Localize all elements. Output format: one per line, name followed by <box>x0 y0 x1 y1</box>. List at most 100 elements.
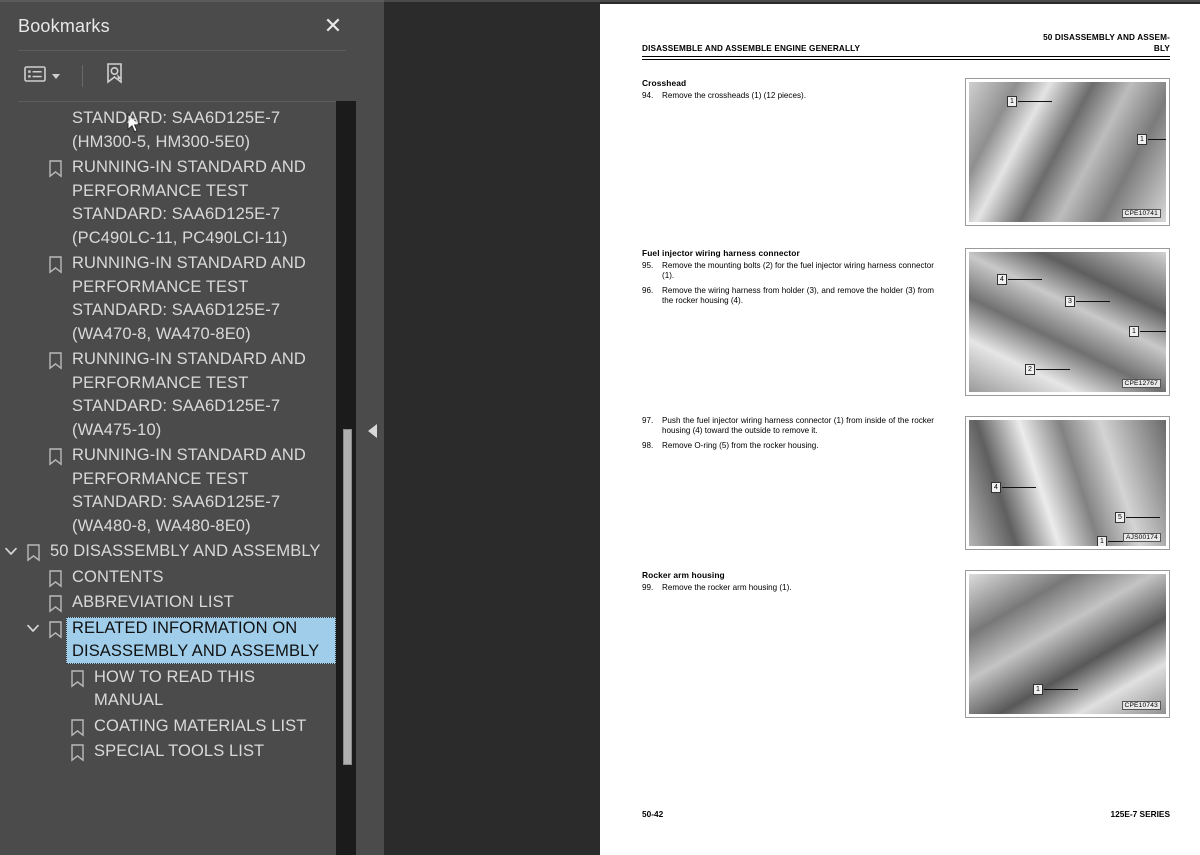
figure-leader-line <box>1008 279 1042 280</box>
bookmark-item[interactable]: 50 DISASSEMBLY AND ASSEMBLY <box>0 539 336 565</box>
page-content: Crosshead 94. Remove the crossheads (1) (1… <box>642 78 1170 718</box>
toolbar-separator <box>82 65 83 87</box>
page-header-left: DISASSEMBLE AND ASSEMBLE ENGINE GENERALL… <box>642 44 861 53</box>
figure-callout: 3 <box>1065 296 1075 307</box>
document-viewer[interactable]: DISASSEMBLE AND ASSEMBLE ENGINE GENERALL… <box>384 0 1200 855</box>
chevron-down-icon[interactable] <box>0 540 22 556</box>
figure: 1 1 CPE10741 <box>965 78 1170 226</box>
section-heading: Crosshead <box>642 78 687 88</box>
bookmark-find-icon <box>105 62 127 91</box>
page-header-right: 50 DISASSEMBLY AND ASSEM- BLY <box>1043 32 1170 54</box>
bookmark-item[interactable]: RUNNING-IN STANDARD AND PERFORMANCE TEST… <box>0 251 336 347</box>
figure-leader-line <box>1002 487 1036 488</box>
figure-photo: 4 5 1 AJS00174 <box>969 420 1166 546</box>
bookmarks-panel-header: Bookmarks ✕ <box>0 2 360 50</box>
bookmark-item[interactable]: ABBREVIATION LIST <box>0 590 336 616</box>
section-heading: Rocker arm housing <box>642 570 725 580</box>
bookmark-item-label: 50 DISASSEMBLY AND ASSEMBLY <box>50 542 321 560</box>
collapse-panel-icon[interactable] <box>368 424 377 438</box>
bookmark-item-label: SPECIAL TOOLS LIST <box>94 742 265 760</box>
figure: 1 CPE10743 <box>965 570 1170 718</box>
figure-code: AJS00174 <box>1122 533 1161 542</box>
page-number: 50-42 <box>642 809 664 819</box>
instruction-column: Crosshead 94. Remove the crossheads (1) (1… <box>642 78 934 105</box>
section-heading: Fuel injector wiring harness connector <box>642 248 800 258</box>
panel-splitter[interactable] <box>360 0 384 855</box>
bookmark-item-label: RUNNING-IN STANDARD AND PERFORMANCE TEST… <box>72 350 306 439</box>
chevron-down-icon <box>52 73 60 79</box>
bookmarks-toolbar <box>0 51 360 133</box>
instruction-step: 94. Remove the crossheads (1) (12 pieces)… <box>642 91 934 101</box>
step-text: Remove the mounting bolts (2) for the fu… <box>662 261 934 281</box>
bookmark-icon <box>44 591 66 613</box>
bookmark-item-label: RUNNING-IN STANDARD AND PERFORMANCE TEST… <box>72 101 281 151</box>
bookmark-find-button[interactable] <box>101 59 131 94</box>
bookmark-icon <box>44 444 66 466</box>
bookmark-item[interactable]: CONTENTS <box>0 565 336 591</box>
instruction-step: 97. Push the fuel injector wiring harness… <box>642 416 934 437</box>
bookmark-item[interactable]: RUNNING-IN STANDARD AND PERFORMANCE TEST… <box>0 347 336 443</box>
bookmarks-scrollbar-thumb[interactable] <box>343 429 352 765</box>
figure: 4 5 1 AJS00174 <box>965 416 1170 550</box>
step-number: 95. <box>642 261 654 270</box>
figure-code: CPE12767 <box>1121 379 1161 388</box>
instruction-column: Fuel injector wiring harness connector 95… <box>642 248 934 311</box>
step-number: 96. <box>642 285 654 295</box>
instruction-step: 98. Remove O-ring (5) from the rocker hou… <box>642 441 934 451</box>
bookmark-item[interactable]: RUNNING-IN STANDARD AND PERFORMANCE TEST… <box>0 155 336 251</box>
content-block: Fuel injector wiring harness connector 95… <box>642 248 1170 396</box>
figure-callout: 1 <box>1137 134 1147 145</box>
figure-photo: 1 CPE10743 <box>969 574 1166 714</box>
figure-code: CPE10741 <box>1121 209 1161 218</box>
instruction-column: 97. Push the fuel injector wiring harness… <box>642 416 934 455</box>
bookmarks-panel: Bookmarks ✕ STANDARD: SAA6D125E-7 (HM300… <box>0 0 360 855</box>
figure-leader-line <box>1018 101 1052 102</box>
bookmark-item-label: CONTENTS <box>72 567 164 586</box>
figure-leader-line <box>1044 689 1078 690</box>
bookmarks-scrollbar-track[interactable] <box>336 101 356 855</box>
close-icon[interactable]: ✕ <box>320 13 346 39</box>
figure-callout: 1 <box>1129 326 1139 337</box>
bookmark-item[interactable]: COATING MATERIALS LIST <box>0 714 336 740</box>
figure: 4 3 1 2 CPE12767 <box>965 248 1170 396</box>
list-options-button[interactable] <box>20 62 64 91</box>
step-text: Remove the crossheads (1) (12 pieces). <box>662 91 806 100</box>
bookmark-item[interactable]: RUNNING-IN STANDARD AND PERFORMANCE TEST… <box>0 101 336 155</box>
bookmark-item-label: RUNNING-IN STANDARD AND PERFORMANCE TEST… <box>72 254 306 343</box>
page-header-right-line2: BLY <box>1153 44 1170 53</box>
bookmark-icon <box>44 566 66 588</box>
figure-callout: 4 <box>997 274 1007 285</box>
bookmark-icon <box>66 666 88 688</box>
step-text: Remove O-ring (5) from the rocker housin… <box>662 440 819 450</box>
instruction-step: 99. Remove the rocker arm housing (1). <box>642 583 934 593</box>
bookmark-item[interactable]: RELATED INFORMATION ON DISASSEMBLY AND A… <box>0 616 336 665</box>
bookmark-item[interactable]: HOW TO READ THIS MANUAL <box>0 665 336 714</box>
step-text: Push the fuel injector wiring harness co… <box>662 416 934 436</box>
content-block: Rocker arm housing 99. Remove the rocker a… <box>642 570 1170 718</box>
figure-leader-line <box>1126 517 1160 518</box>
figure-callout: 1 <box>1033 684 1043 695</box>
bookmark-item-label: RUNNING-IN STANDARD AND PERFORMANCE TEST… <box>72 158 306 247</box>
figure-callout: 2 <box>1025 364 1035 375</box>
bookmark-item[interactable]: SPECIAL TOOLS LIST <box>0 739 336 765</box>
document-page: DISASSEMBLE AND ASSEMBLE ENGINE GENERALL… <box>600 4 1200 855</box>
bookmark-item[interactable]: RUNNING-IN STANDARD AND PERFORMANCE TEST… <box>0 443 336 539</box>
pdf-reader-window: Bookmarks ✕ STANDARD: SAA6D125E-7 (HM300… <box>0 0 1200 855</box>
figure-photo: 1 1 CPE10741 <box>969 82 1166 222</box>
chevron-down-icon[interactable] <box>22 617 44 633</box>
page-footer: 50-42 125E-7 SERIES <box>642 809 1170 819</box>
bookmark-icon <box>22 540 44 562</box>
figure-photo: 4 3 1 2 CPE12767 <box>969 252 1166 392</box>
content-block: 97. Push the fuel injector wiring harness… <box>642 416 1170 550</box>
step-text: Remove the wiring harness from holder (3… <box>662 285 934 306</box>
bookmarks-tree[interactable]: RUNNING-IN STANDARD AND PERFORMANCE TEST… <box>0 101 360 855</box>
page-header-right-line1: 50 DISASSEMBLY AND ASSEM- <box>1043 33 1170 42</box>
